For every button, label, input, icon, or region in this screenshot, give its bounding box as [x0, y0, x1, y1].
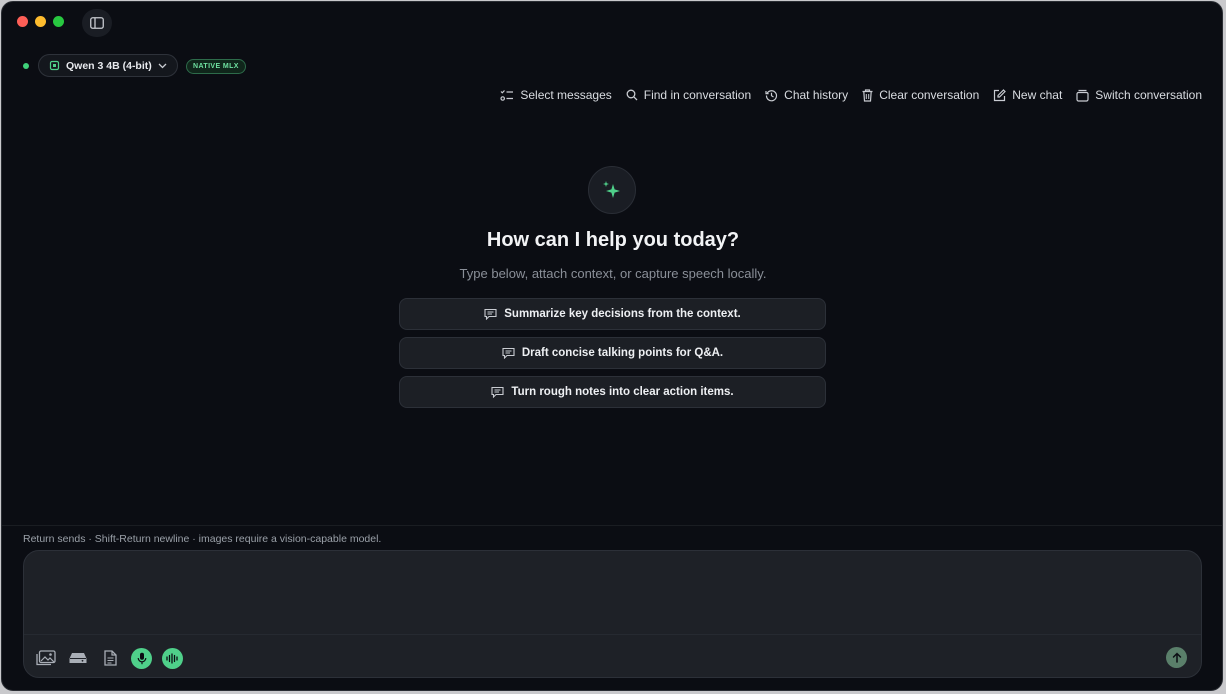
drive-icon [69, 653, 87, 663]
send-button[interactable] [1166, 647, 1187, 668]
select-messages-button[interactable]: Select messages [500, 88, 612, 102]
attach-document-button[interactable] [99, 647, 121, 669]
suggestion-label: Turn rough notes into clear action items… [511, 386, 734, 398]
minimize-window-button[interactable] [35, 16, 46, 27]
welcome-title: How can I help you today? [486, 229, 740, 251]
native-mlx-badge: NATIVE MLX [186, 59, 246, 74]
history-label: Chat history [784, 88, 849, 102]
sidebar-icon [90, 17, 104, 29]
attach-drive-button[interactable] [67, 647, 89, 669]
checklist-icon [500, 89, 514, 101]
welcome-subtitle: Type below, attach context, or capture s… [459, 266, 767, 281]
composer-tools [35, 647, 183, 669]
dictation-button[interactable] [131, 647, 152, 669]
clear-label: Clear conversation [879, 88, 980, 102]
conversation-toolbar: Select messages Find in conversation Cha… [500, 88, 1202, 102]
message-composer [23, 550, 1202, 678]
sidebar-toggle-button[interactable] [82, 9, 112, 37]
hero-badge [588, 166, 636, 214]
search-icon [626, 89, 638, 101]
chevron-down-icon [158, 63, 167, 68]
chat-history-button[interactable]: Chat history [765, 88, 848, 102]
window-controls [17, 16, 64, 27]
find-label: Find in conversation [643, 88, 752, 102]
composer-hint: Return sends · Shift-Return newline · im… [23, 533, 382, 545]
compose-icon [994, 88, 1007, 101]
suggestion-button[interactable]: Draft concise talking points for Q&A. [399, 337, 826, 369]
suggestion-list: Summarize key decisions from the context… [399, 298, 826, 408]
suggestion-label: Draft concise talking points for Q&A. [521, 347, 724, 359]
new-chat-label: New chat [1012, 88, 1063, 102]
composer-divider [2, 525, 1222, 526]
model-selector[interactable]: Qwen 3 4B (4-bit) [38, 54, 178, 77]
suggestion-button[interactable]: Turn rough notes into clear action items… [399, 376, 826, 408]
model-name: Qwen 3 4B (4-bit) [66, 59, 152, 72]
document-icon [103, 650, 117, 666]
stack-icon [1076, 89, 1089, 102]
new-chat-button[interactable]: New chat [993, 88, 1062, 102]
clear-conversation-button[interactable]: Clear conversation [862, 88, 979, 102]
composer-separator [24, 634, 1201, 635]
arrow-up-icon [1172, 652, 1181, 663]
switch-conversation-button[interactable]: Switch conversation [1076, 88, 1202, 102]
model-status-dot [23, 63, 29, 69]
voice-mode-button[interactable] [162, 647, 183, 669]
zoom-window-button[interactable] [53, 16, 64, 27]
switch-label: Switch conversation [1095, 88, 1202, 102]
chat-bubble-icon [491, 386, 504, 398]
close-window-button[interactable] [17, 16, 28, 27]
suggestion-label: Summarize key decisions from the context… [504, 308, 741, 320]
chat-bubble-icon [484, 308, 497, 320]
chat-bubble-icon [502, 347, 515, 359]
waveform-icon [166, 652, 178, 664]
find-in-conversation-button[interactable]: Find in conversation [626, 88, 751, 102]
attach-image-button[interactable] [35, 647, 57, 669]
app-window: Qwen 3 4B (4-bit) NATIVE MLX Select mess… [1, 1, 1223, 691]
microphone-icon [137, 652, 146, 664]
suggestion-button[interactable]: Summarize key decisions from the context… [399, 298, 826, 330]
select-messages-label: Select messages [520, 88, 612, 102]
trash-icon [862, 88, 873, 102]
message-input[interactable] [36, 561, 1190, 631]
chip-icon [49, 60, 60, 71]
history-icon [765, 89, 778, 101]
image-icon [36, 650, 56, 666]
sparkles-icon [603, 181, 620, 198]
